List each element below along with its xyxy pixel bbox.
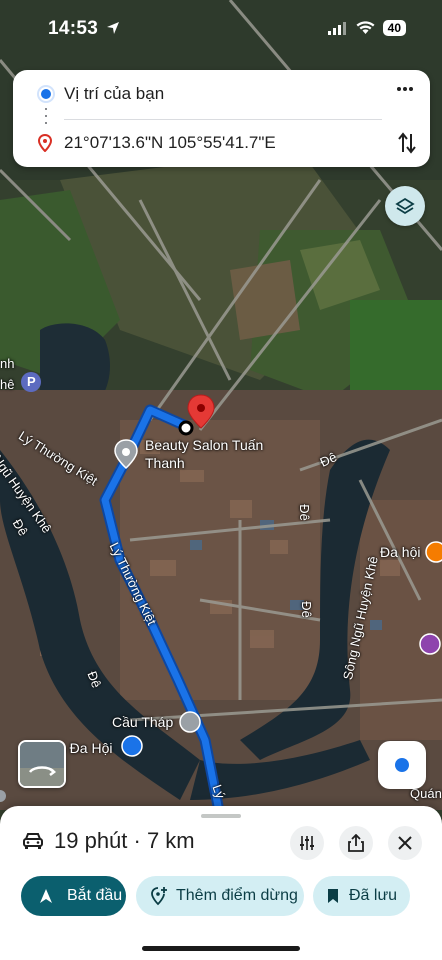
signal-icon — [327, 21, 346, 35]
da-hoi-right-label[interactable]: Đa hội — [380, 544, 420, 560]
street-de-4-label: Đê — [298, 601, 314, 618]
close-button[interactable] — [388, 826, 422, 860]
origin-row[interactable]: Vị trí của bạn — [13, 74, 430, 114]
purple-place-marker-icon — [419, 633, 441, 655]
bookmark-icon — [328, 889, 338, 903]
origin-field[interactable]: Vị trí của bạn — [64, 84, 164, 104]
cau-thap-label[interactable]: Cầu Tháp — [112, 714, 173, 730]
my-location-button[interactable] — [378, 741, 426, 789]
origin-dot-icon — [39, 87, 53, 101]
start-navigation-button[interactable]: Bắt đầu — [21, 876, 126, 916]
street-he-label: hê — [0, 377, 15, 392]
location-arrow-icon — [106, 22, 119, 34]
beauty-salon-label-line2[interactable]: Thanh — [145, 455, 185, 471]
street-nh-label: nh — [0, 356, 15, 371]
wifi-icon — [356, 21, 375, 34]
da-hoi-left-label[interactable]: n Đa Hội — [58, 740, 112, 756]
route-options-button[interactable] — [290, 826, 324, 860]
home-indicator[interactable] — [142, 946, 300, 951]
more-options-icon[interactable] — [396, 86, 414, 92]
layers-button[interactable] — [385, 186, 425, 226]
start-label: Bắt đầu — [67, 887, 123, 904]
da-hoi-marker-icon — [121, 735, 143, 757]
tune-icon — [300, 836, 314, 850]
street-view-button[interactable] — [18, 740, 66, 788]
add-stop-button[interactable]: Thêm điểm dừng — [136, 876, 304, 916]
destination-pin-small-icon — [38, 134, 52, 152]
share-icon — [348, 834, 364, 852]
swap-directions-icon[interactable] — [398, 132, 416, 154]
navigation-arrow-icon — [40, 889, 52, 903]
status-bar: 14:53 40 — [0, 0, 442, 60]
route-waypoint-marker — [178, 420, 194, 436]
street-view-icon — [20, 742, 64, 786]
parking-label: P — [27, 374, 36, 389]
status-icons: 40 — [327, 20, 406, 36]
cau-thap-marker-icon — [179, 711, 201, 733]
add-stop-label: Thêm điểm dừng — [176, 887, 298, 904]
directions-sheet: 19 phút · 7 km Bắt đầu Thêm điểm dừng Đã… — [0, 806, 442, 960]
my-location-icon — [395, 758, 409, 772]
close-icon — [398, 836, 412, 850]
street-de-2-label: Đê — [296, 504, 312, 521]
duration-distance: 19 phút · 7 km — [54, 828, 195, 853]
destination-field[interactable]: 21°07'13.6"N 105°55'41.7"E — [64, 133, 276, 153]
connector-dots-icon — [45, 108, 47, 124]
status-time: 14:53 — [48, 18, 120, 40]
saved-button[interactable]: Đã lưu — [313, 876, 410, 916]
beauty-salon-label-line1[interactable]: Beauty Salon Tuấn — [145, 437, 263, 453]
add-location-icon — [151, 887, 167, 906]
battery-indicator: 40 — [382, 20, 406, 36]
route-card: Vị trí của bạn 21°07'13.6"N 105°55'41.7"… — [13, 70, 430, 167]
share-button[interactable] — [339, 826, 373, 860]
trip-summary: 19 phút · 7 km — [22, 828, 195, 854]
destination-row[interactable]: 21°07'13.6"N 105°55'41.7"E — [13, 123, 430, 163]
car-icon — [23, 833, 43, 849]
saved-label: Đã lưu — [349, 887, 398, 904]
layers-icon — [395, 197, 415, 215]
da-hoi-right-marker-icon — [425, 541, 442, 563]
sheet-drag-handle[interactable] — [201, 814, 241, 818]
divider — [64, 119, 382, 120]
